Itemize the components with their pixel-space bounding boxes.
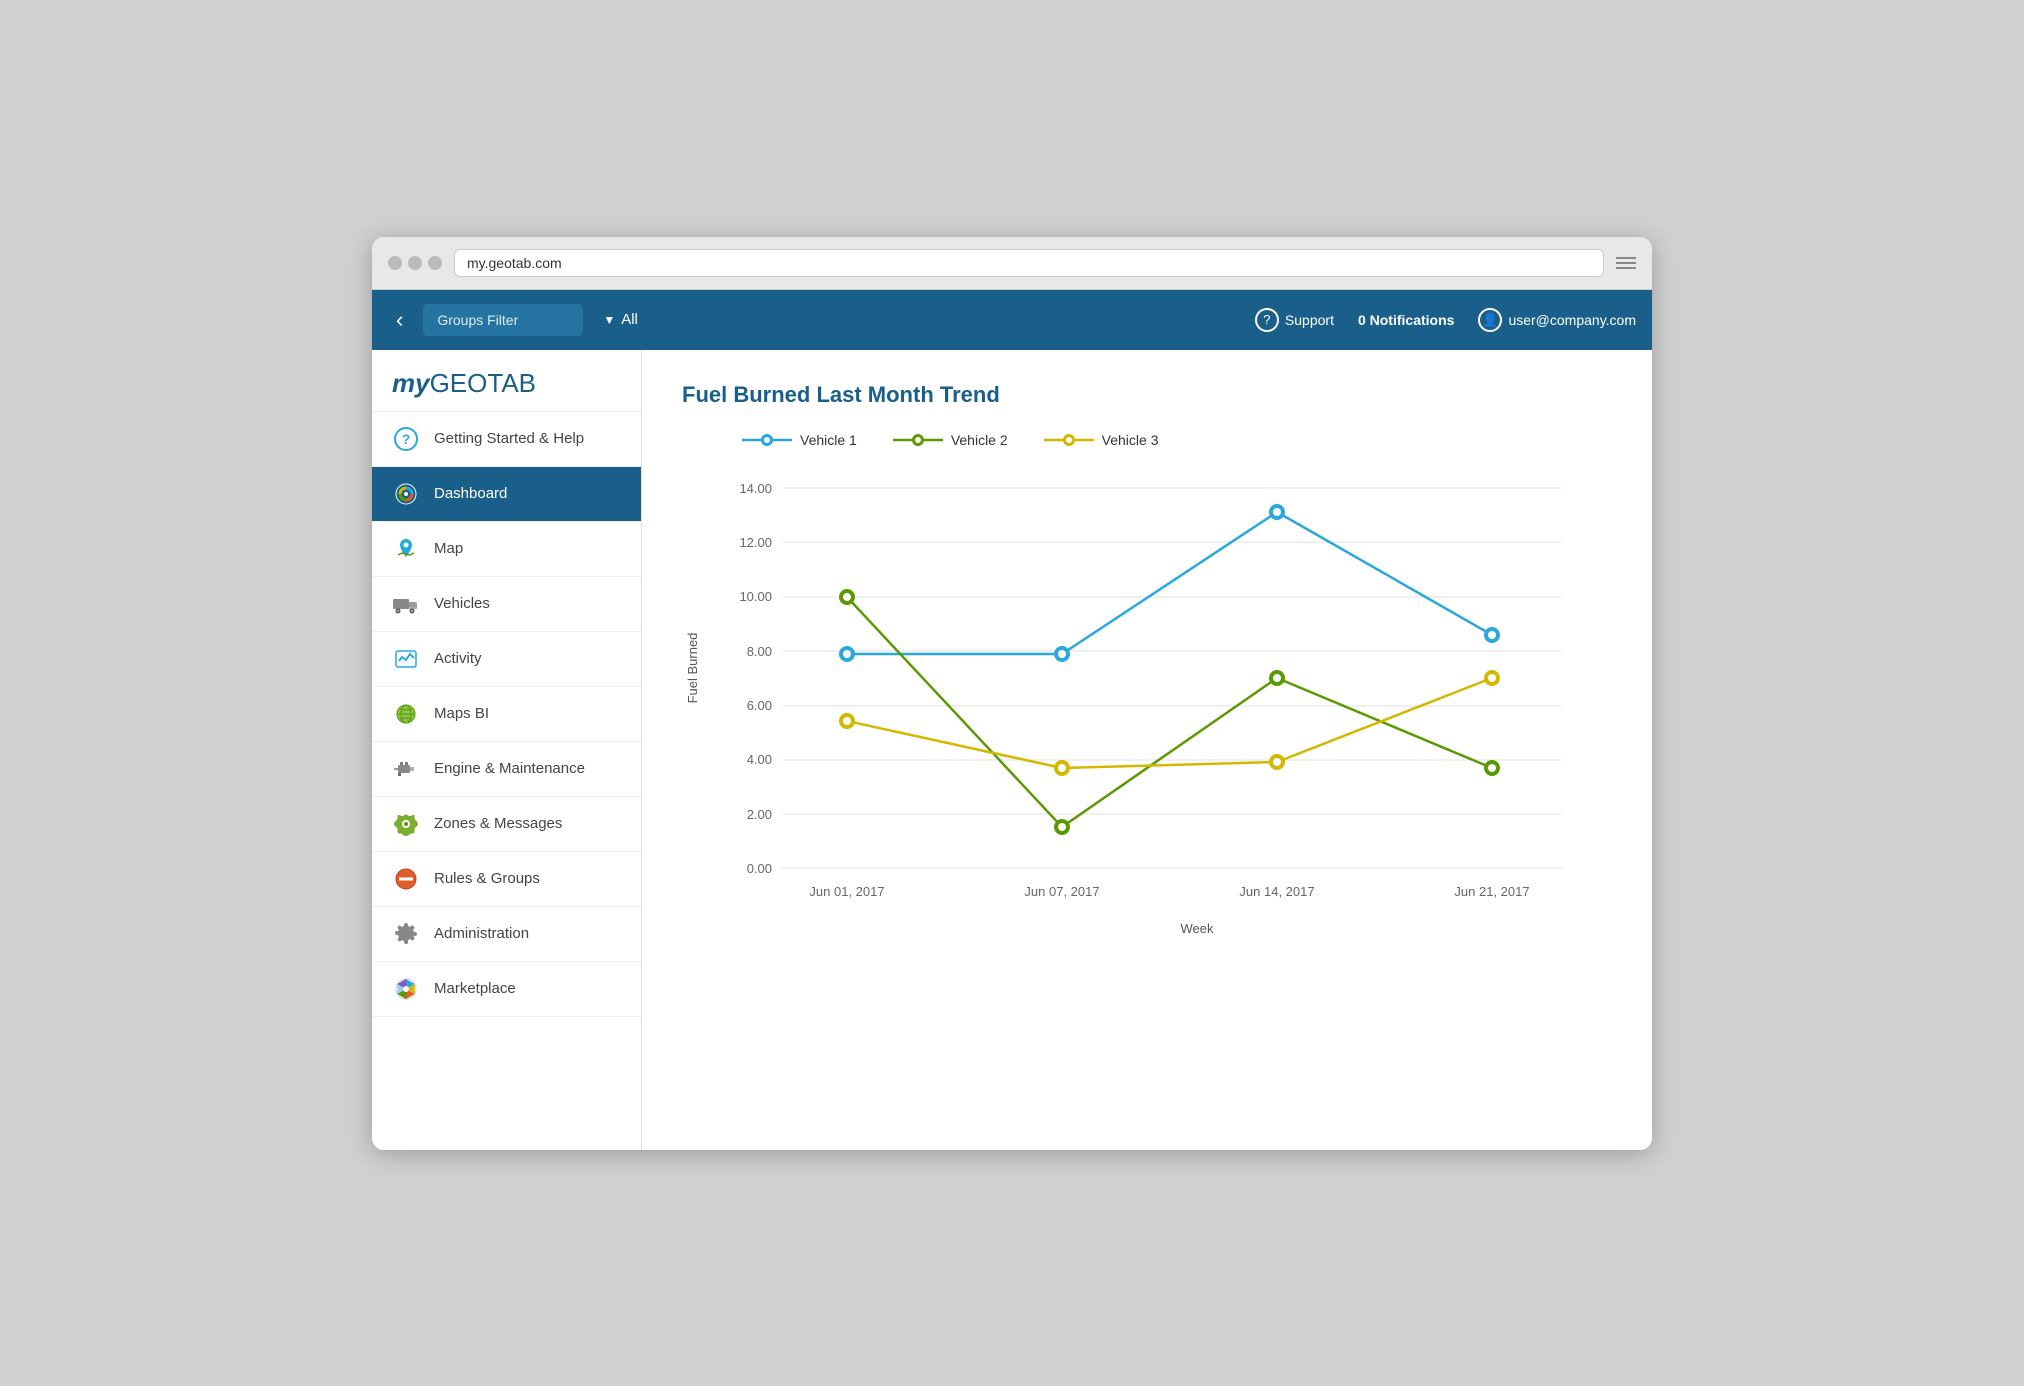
question-icon: ? <box>392 425 420 453</box>
x-axis-label: Week <box>782 921 1612 936</box>
svg-text:6.00: 6.00 <box>747 698 772 713</box>
chart-legend: Vehicle 1 Vehicle 2 <box>742 432 1612 448</box>
svg-text:12.00: 12.00 <box>739 535 772 550</box>
browser-dots <box>388 256 442 270</box>
sidebar-item-vehicles-label: Vehicles <box>434 595 490 612</box>
activity-icon <box>392 645 420 673</box>
legend-vehicle2-label: Vehicle 2 <box>951 432 1008 448</box>
svg-text:10.00: 10.00 <box>739 589 772 604</box>
sidebar-item-engine-maintenance[interactable]: Engine & Maintenance <box>372 742 641 797</box>
chevron-down-icon: ▼ <box>603 313 615 327</box>
legend-vehicle1: Vehicle 1 <box>742 432 857 448</box>
browser-url-bar[interactable]: my.geotab.com <box>454 249 1604 277</box>
app-container: ‹ ▼ All ? Support 0 Notifications 👤 user… <box>372 290 1652 1150</box>
sidebar-item-administration-label: Administration <box>434 925 529 942</box>
logo: myGEOTAB <box>392 368 621 399</box>
svg-text:Jun 01, 2017: Jun 01, 2017 <box>809 884 884 899</box>
sidebar-item-maps-bi-label: Maps BI <box>434 705 489 722</box>
sidebar-item-maps-bi[interactable]: Maps BI <box>372 687 641 742</box>
map-icon <box>392 535 420 563</box>
main-area: myGEOTAB ? Getting Started & Help <box>372 350 1652 1150</box>
logo-area: myGEOTAB <box>372 350 641 412</box>
back-button[interactable]: ‹ <box>388 303 411 337</box>
sidebar-item-rules-groups-label: Rules & Groups <box>434 870 540 887</box>
support-label: Support <box>1285 312 1334 328</box>
sidebar-item-activity-label: Activity <box>434 650 482 667</box>
gear-icon <box>392 920 420 948</box>
sidebar-item-dashboard-label: Dashboard <box>434 485 507 502</box>
globe-icon <box>392 700 420 728</box>
logo-geotab: GEOTAB <box>430 368 536 398</box>
legend-vehicle3: Vehicle 3 <box>1044 432 1159 448</box>
gear-circle-icon <box>392 810 420 838</box>
legend-vehicle1-label: Vehicle 1 <box>800 432 857 448</box>
colorwheel-icon <box>392 975 420 1003</box>
sidebar-item-dashboard[interactable]: Dashboard <box>372 467 641 522</box>
svg-text:14.00: 14.00 <box>739 481 772 496</box>
svg-text:Jun 07, 2017: Jun 07, 2017 <box>1024 884 1099 899</box>
groups-all-dropdown[interactable]: ▼ All <box>603 311 638 328</box>
user-icon: 👤 <box>1478 308 1502 332</box>
top-bar-right: ? Support 0 Notifications 👤 user@company… <box>1255 308 1636 332</box>
y-axis-label: Fuel Burned <box>685 632 700 703</box>
browser-dot-close[interactable] <box>388 256 402 270</box>
sidebar-item-marketplace[interactable]: Marketplace <box>372 962 641 1017</box>
chart-title: Fuel Burned Last Month Trend <box>682 382 1612 408</box>
engine-icon <box>392 755 420 783</box>
sidebar: myGEOTAB ? Getting Started & Help <box>372 350 642 1150</box>
top-bar: ‹ ▼ All ? Support 0 Notifications 👤 user… <box>372 290 1652 350</box>
svg-text:Jun 14, 2017: Jun 14, 2017 <box>1239 884 1314 899</box>
sidebar-item-zones-messages-label: Zones & Messages <box>434 815 562 832</box>
support-icon: ? <box>1255 308 1279 332</box>
svg-text:Jun 21, 2017: Jun 21, 2017 <box>1454 884 1529 899</box>
browser-menu-button[interactable] <box>1616 257 1636 269</box>
legend-vehicle3-label: Vehicle 3 <box>1102 432 1159 448</box>
sidebar-item-getting-started[interactable]: ? Getting Started & Help <box>372 412 641 467</box>
svg-text:4.00: 4.00 <box>747 752 772 767</box>
dashboard-icon <box>392 480 420 508</box>
user-email-label: user@company.com <box>1508 312 1636 328</box>
chart-container: Fuel Burned <box>702 468 1612 936</box>
no-sign-icon <box>392 865 420 893</box>
all-dropdown-label: All <box>621 311 638 328</box>
chart-svg: 14.00 12.00 10.00 8.00 6.00 4.00 2.00 0.… <box>702 468 1582 908</box>
sidebar-item-vehicles[interactable]: Vehicles <box>372 577 641 632</box>
svg-text:8.00: 8.00 <box>747 644 772 659</box>
groups-filter-input[interactable] <box>423 304 583 336</box>
browser-dot-minimize[interactable] <box>408 256 422 270</box>
notifications-label: 0 Notifications <box>1358 312 1454 328</box>
logo-my: my <box>392 368 430 398</box>
sidebar-item-map-label: Map <box>434 540 463 557</box>
svg-text:2.00: 2.00 <box>747 807 772 822</box>
truck-icon <box>392 590 420 618</box>
browser-window: my.geotab.com ‹ ▼ All ? Support 0 Notifi… <box>372 237 1652 1150</box>
svg-text:0.00: 0.00 <box>747 861 772 876</box>
sidebar-item-getting-started-label: Getting Started & Help <box>434 430 584 447</box>
sidebar-item-map[interactable]: Map <box>372 522 641 577</box>
browser-chrome: my.geotab.com <box>372 237 1652 290</box>
sidebar-item-administration[interactable]: Administration <box>372 907 641 962</box>
sidebar-item-marketplace-label: Marketplace <box>434 980 516 997</box>
content-area: Fuel Burned Last Month Trend Vehicle 1 <box>642 350 1652 1150</box>
user-menu-button[interactable]: 👤 user@company.com <box>1478 308 1636 332</box>
sidebar-item-zones-messages[interactable]: Zones & Messages <box>372 797 641 852</box>
sidebar-item-rules-groups[interactable]: Rules & Groups <box>372 852 641 907</box>
support-button[interactable]: ? Support <box>1255 308 1334 332</box>
sidebar-item-activity[interactable]: Activity <box>372 632 641 687</box>
svg-text:?: ? <box>402 431 411 447</box>
legend-vehicle2: Vehicle 2 <box>893 432 1008 448</box>
notifications-button[interactable]: 0 Notifications <box>1358 312 1454 328</box>
sidebar-item-engine-maintenance-label: Engine & Maintenance <box>434 760 585 777</box>
browser-dot-maximize[interactable] <box>428 256 442 270</box>
